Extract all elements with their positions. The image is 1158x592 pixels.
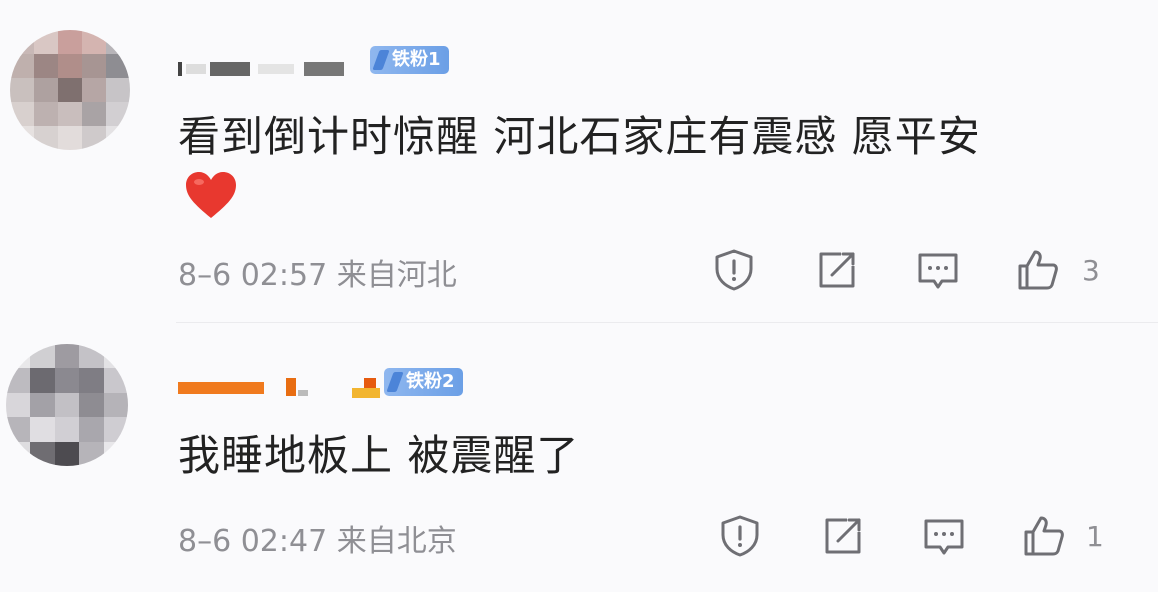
avatar-pixel [30,392,55,418]
username[interactable] [178,56,378,80]
avatar-pixel [10,102,34,126]
avatar-pixel [30,441,55,466]
avatar-pixel [106,78,130,102]
avatar-pixel [106,30,130,54]
avatar[interactable] [10,30,130,150]
report-shield-icon[interactable] [712,248,756,292]
avatar-pixel [82,54,106,78]
repost-icon[interactable] [815,248,859,292]
avatar-pixel [34,126,58,150]
comment-meta: 8–6 02:57 来自河北 [178,258,457,293]
avatar-pixel [10,78,34,102]
comment-meta: 8–6 02:47 来自北京 [178,524,457,559]
fan-badge: 铁粉1 [370,46,449,74]
avatar-pixel [82,126,106,150]
avatar-pixel [54,392,80,418]
divider [176,322,1158,323]
avatar-pixel [6,392,31,418]
username[interactable] [178,374,388,398]
comment-text: 我睡地板上 被震醒了 [178,431,580,480]
avatar-pixel [54,344,80,369]
avatar-pixel [6,344,31,369]
repost-icon[interactable] [821,514,865,558]
avatar-pixel [106,102,130,126]
avatar-pixel [106,54,130,78]
avatar-pixel [30,368,55,393]
avatar-pixel [58,102,82,126]
avatar-pixel [34,30,58,54]
avatar-pixel [58,126,82,150]
like-count: 1 [1086,520,1104,553]
avatar-pixel [10,126,34,150]
avatar-pixel [58,54,82,78]
avatar-pixel [58,78,82,102]
avatar-pixel [30,417,55,442]
avatar-pixel [6,368,31,393]
red-heart-icon [186,172,236,218]
avatar-pixel [79,441,104,466]
thumbs-up-icon[interactable] [1022,514,1066,558]
avatar-pixel [10,30,34,54]
comment-text: 看到倒计时惊醒 河北石家庄有震感 愿平安 [178,112,981,161]
avatar-pixel [103,368,128,393]
avatar[interactable] [6,344,128,466]
avatar-pixel [82,102,106,126]
avatar-pixel [54,441,80,466]
comment-item: 铁粉1 看到倒计时惊醒 河北石家庄有震感 愿平安 8–6 02:57 来自河北 … [0,0,1158,320]
avatar-pixel [103,344,128,369]
comment-item: 铁粉2 我睡地板上 被震醒了 8–6 02:47 来自北京 1 [0,330,1158,592]
avatar-pixel [82,30,106,54]
report-shield-icon[interactable] [718,514,762,558]
avatar-pixel [79,344,104,369]
reply-icon[interactable] [922,514,966,558]
avatar-pixel [58,30,82,54]
avatar-pixel [34,54,58,78]
reply-icon[interactable] [916,248,960,292]
thumbs-up-icon[interactable] [1016,248,1060,292]
avatar-pixel [79,417,104,442]
avatar-pixel [103,417,128,442]
avatar-pixel [6,441,31,466]
avatar-pixel [54,368,80,393]
avatar-pixel [34,78,58,102]
avatar-pixel [6,417,31,442]
avatar-pixel [82,78,106,102]
fan-badge: 铁粉2 [384,368,463,396]
avatar-pixel [79,392,104,418]
like-count: 3 [1082,254,1100,287]
avatar-pixel [79,368,104,393]
avatar-pixel [34,102,58,126]
avatar-pixel [10,54,34,78]
avatar-pixel [106,126,130,150]
avatar-pixel [54,417,80,442]
avatar-pixel [103,392,128,418]
avatar-pixel [103,441,128,466]
avatar-pixel [30,344,55,369]
